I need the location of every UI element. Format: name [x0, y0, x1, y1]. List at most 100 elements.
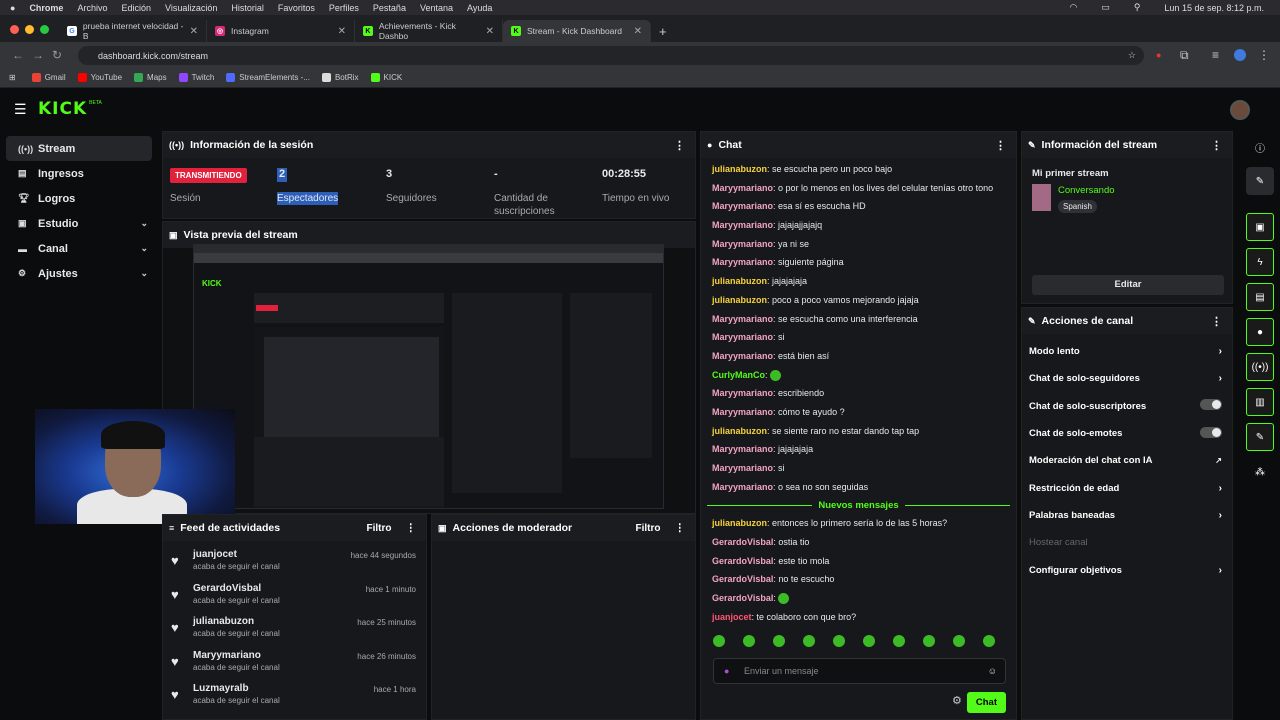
document-icon[interactable]: ▤: [1246, 283, 1274, 311]
chat-username[interactable]: juanjocet: [712, 612, 752, 622]
sidebar-item-canal[interactable]: ▬ Canal ⌄: [6, 236, 152, 261]
browser-tab[interactable]: ◎ Instagram ✕: [207, 20, 355, 42]
chat-username[interactable]: GerardoVisbal: [712, 537, 773, 547]
chat-username[interactable]: julianabuzon: [712, 295, 767, 305]
chat-username[interactable]: Maryymariano: [712, 201, 773, 211]
zoom-window-button[interactable]: [40, 25, 49, 34]
stream-category[interactable]: Conversando: [1058, 185, 1115, 196]
filter-button[interactable]: Filtro: [636, 523, 661, 534]
chat-message-input[interactable]: ● Enviar un mensaje ☺: [713, 658, 1006, 684]
chat-username[interactable]: Maryymariano: [712, 407, 773, 417]
chat-username[interactable]: Maryymariano: [712, 332, 773, 342]
share-icon[interactable]: ⁂: [1246, 458, 1274, 486]
chat-username[interactable]: julianabuzon: [712, 164, 767, 174]
user-avatar[interactable]: [1230, 100, 1250, 120]
edit-button[interactable]: Editar: [1032, 275, 1224, 295]
chat-username[interactable]: Maryymariano: [712, 220, 773, 230]
chat-username[interactable]: Maryymariano: [712, 482, 773, 492]
menu-ayuda[interactable]: Ayuda: [467, 3, 492, 13]
action-banned-words[interactable]: Palabras baneadas ›: [1022, 502, 1232, 529]
chat-username[interactable]: Maryymariano: [712, 257, 773, 267]
more-options-icon[interactable]: ⋮: [995, 139, 1006, 152]
menu-app[interactable]: Chrome: [29, 3, 63, 13]
menu-visualizacion[interactable]: Visualización: [165, 3, 217, 13]
sidebar-item-logros[interactable]: 🏆︎ Logros: [6, 186, 152, 211]
bookmark-gmail[interactable]: Gmail: [31, 73, 66, 82]
browser-tab-active[interactable]: K Stream - Kick Dashboard ✕: [503, 20, 651, 42]
chat-username[interactable]: Maryymariano: [712, 444, 773, 454]
browser-tab[interactable]: G prueba internet velocidad - B ✕: [59, 20, 207, 42]
chat-settings-icon[interactable]: ⚙: [952, 694, 962, 707]
browser-menu-icon[interactable]: ⋮: [1258, 48, 1270, 62]
menu-archivo[interactable]: Archivo: [77, 3, 107, 13]
battery-icon[interactable]: ▭: [1101, 2, 1110, 13]
action-configure-goals[interactable]: Configurar objetivos ›: [1022, 556, 1232, 583]
chat-username[interactable]: julianabuzon: [712, 518, 767, 528]
chat-username[interactable]: GerardoVisbal: [712, 574, 773, 584]
chat-username[interactable]: Maryymariano: [712, 388, 773, 398]
menu-pestana[interactable]: Pestaña: [373, 3, 406, 13]
emote-icon[interactable]: [803, 635, 815, 647]
chat-username[interactable]: Maryymariano: [712, 351, 773, 361]
close-window-button[interactable]: [10, 25, 19, 34]
more-options-icon[interactable]: ⋮: [1211, 315, 1222, 328]
emote-icon[interactable]: [953, 635, 965, 647]
apple-icon[interactable]: ●: [10, 3, 15, 13]
close-tab-icon[interactable]: ✕: [190, 26, 198, 37]
forward-icon[interactable]: →: [32, 48, 44, 62]
kick-logo[interactable]: KICK: [38, 99, 87, 119]
action-followers-only[interactable]: Chat de solo-seguidores ›: [1022, 365, 1232, 392]
bookmark-youtube[interactable]: YouTube: [77, 73, 122, 82]
profile-icon[interactable]: [1234, 49, 1246, 61]
more-options-icon[interactable]: ⋮: [674, 139, 685, 152]
info-icon[interactable]: ⓘ: [1246, 133, 1274, 161]
bookmark-maps[interactable]: Maps: [134, 73, 167, 82]
lightning-icon[interactable]: ϟ: [1246, 248, 1274, 276]
emote-icon[interactable]: [893, 635, 905, 647]
chat-username[interactable]: CurlyManCo: [712, 370, 765, 380]
emoji-icon[interactable]: ☺: [988, 666, 997, 676]
menu-ventana[interactable]: Ventana: [420, 3, 453, 13]
extensions-puzzle-icon[interactable]: ⧉: [1180, 48, 1189, 63]
reload-icon[interactable]: ↻: [52, 48, 62, 62]
new-messages-divider[interactable]: Nuevos mensajes: [701, 496, 1016, 514]
reading-list-icon[interactable]: ≡: [1212, 48, 1219, 62]
back-icon[interactable]: ←: [12, 48, 24, 62]
bookmark-streamelements[interactable]: StreamElements -...: [226, 73, 310, 82]
chat-username[interactable]: GerardoVisbal: [712, 556, 773, 566]
chat-username[interactable]: Maryymariano: [712, 239, 773, 249]
more-options-icon[interactable]: ⋮: [406, 522, 417, 534]
subscribers-only-toggle[interactable]: [1200, 399, 1222, 411]
close-tab-icon[interactable]: ✕: [338, 26, 346, 37]
action-slow-mode[interactable]: Modo lento ›: [1022, 338, 1232, 365]
layout-icon[interactable]: ▥: [1246, 388, 1274, 416]
close-tab-icon[interactable]: ✕: [634, 26, 642, 37]
close-tab-icon[interactable]: ✕: [486, 26, 494, 37]
sidebar-item-estudio[interactable]: ▣ Estudio ⌄: [6, 211, 152, 236]
bookmark-kick[interactable]: KICK: [370, 73, 402, 82]
hamburger-menu-icon[interactable]: ☰: [14, 101, 27, 118]
menu-perfiles[interactable]: Perfiles: [329, 3, 359, 13]
emote-icon[interactable]: [983, 635, 995, 647]
more-options-icon[interactable]: ⋮: [1211, 139, 1222, 152]
sidebar-item-ingresos[interactable]: ▤ Ingresos: [6, 161, 152, 186]
chat-username[interactable]: GerardoVisbal: [712, 593, 773, 603]
chat-username[interactable]: julianabuzon: [712, 426, 767, 436]
apps-grid-icon[interactable]: ⊞: [9, 73, 16, 82]
chat-username[interactable]: Maryymariano: [712, 314, 773, 324]
browser-tab[interactable]: K Achievements - Kick Dashbo ✕: [355, 20, 503, 42]
wifi-icon[interactable]: ◠: [1069, 2, 1077, 13]
emote-icon[interactable]: [743, 635, 755, 647]
bookmark-star-icon[interactable]: ☆: [1128, 50, 1136, 61]
minimize-window-button[interactable]: [25, 25, 34, 34]
search-icon[interactable]: ⚲: [1134, 2, 1141, 13]
emote-icon[interactable]: [713, 635, 725, 647]
emotes-only-toggle[interactable]: [1200, 426, 1222, 438]
chat-username[interactable]: Maryymariano: [712, 183, 773, 193]
bookmark-botrix[interactable]: BotRix: [321, 73, 359, 82]
menu-favoritos[interactable]: Favoritos: [278, 3, 315, 13]
menu-historial[interactable]: Historial: [231, 3, 264, 13]
extension-icon[interactable]: ●: [1156, 50, 1161, 60]
send-chat-button[interactable]: Chat: [966, 692, 1006, 713]
pencil-icon[interactable]: ✎: [1246, 167, 1274, 195]
